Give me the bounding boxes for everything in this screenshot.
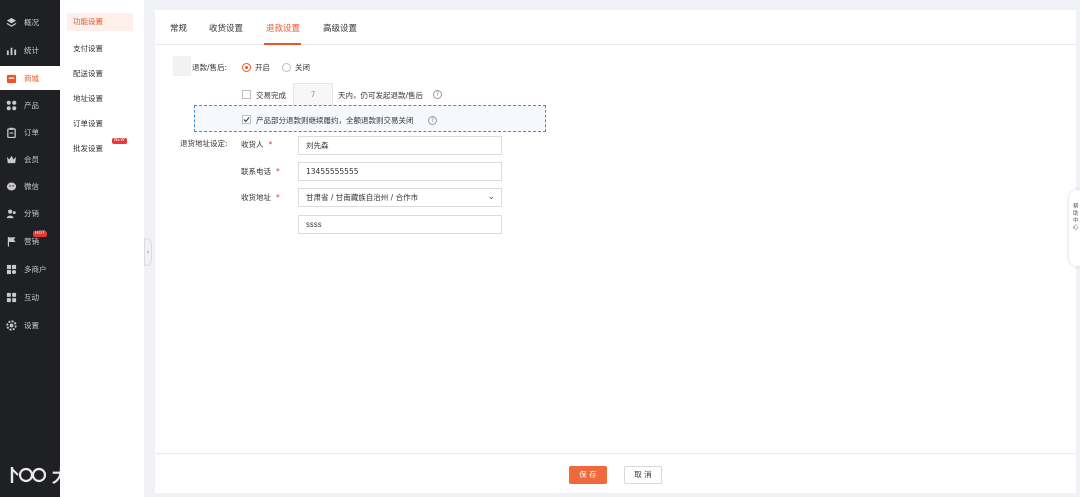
sidebar-item-label: 营销	[24, 236, 39, 246]
clipboard-icon	[5, 126, 17, 138]
trade-done-checkbox[interactable]	[242, 90, 251, 99]
sidebar-item-label: 微信	[24, 181, 39, 191]
hot-badge: HOT	[33, 231, 47, 237]
address-select-value: 甘肃省 / 甘南藏族自治州 / 合作市	[306, 193, 419, 202]
address-select[interactable]: 甘肃省 / 甘南藏族自治州 / 合作市 ⌄	[298, 188, 502, 207]
receiver-input[interactable]: 刘先森	[298, 136, 502, 155]
layers-icon	[5, 16, 17, 28]
address-label: 收货地址 *	[241, 192, 280, 203]
sidebar-item-wechat[interactable]: 微信	[0, 174, 60, 198]
sidebar-item-label: 设置	[24, 320, 39, 330]
sidebar-item-stats[interactable]: 统计	[0, 38, 60, 62]
active-tab-indicator	[264, 43, 301, 45]
tab-advanced-settings[interactable]: 高级设置	[323, 22, 357, 34]
crown-icon	[5, 153, 17, 165]
footer-bar: 保 存 取 消	[155, 453, 1076, 493]
partial-refund-label: 产品部分退款则继续履约，全额退款则交易关闭	[256, 116, 414, 125]
submenu-item-payment-settings[interactable]: 支付设置	[73, 43, 103, 54]
settings-panel: 常规 收货设置 退款设置 高级设置 退款/售后: 开启 关闭 交易完成 7 天内…	[155, 10, 1076, 453]
new-badge: NEW	[112, 138, 127, 144]
flag-icon	[5, 235, 17, 247]
sidebar-item-label: 概况	[24, 17, 39, 27]
save-button[interactable]: 保 存	[569, 466, 607, 484]
sidebar-item-interaction[interactable]: 互动	[0, 285, 60, 309]
sidebar-item-label: 商城	[24, 73, 39, 83]
sidebar-item-products[interactable]: 产品	[0, 93, 60, 117]
sidebar-item-mall[interactable]: 商城	[0, 66, 60, 90]
store-icon	[5, 72, 17, 84]
refund-label: 退款/售后:	[192, 63, 228, 72]
partial-refund-checkbox[interactable]	[242, 115, 251, 124]
radio-refund-off[interactable]	[282, 63, 291, 72]
placeholder-block	[173, 56, 191, 76]
submenu-item-delivery-settings[interactable]: 配送设置	[73, 68, 103, 79]
phone-label: 联系电话 *	[241, 166, 280, 177]
receiver-label: 收货人 *	[241, 139, 272, 150]
sidebar-item-settings[interactable]: 设置	[0, 313, 60, 337]
required-mark: *	[276, 193, 280, 202]
shop-icon	[5, 263, 17, 275]
users-icon	[5, 207, 17, 219]
collapse-sidebar-button[interactable]: ‹	[144, 238, 152, 266]
return-address-label: 退货地址设定:	[180, 139, 228, 148]
apps-icon	[5, 291, 17, 303]
sidebar-item-label: 统计	[24, 45, 39, 55]
submenu-item-label: 批发设置	[73, 144, 103, 153]
address-detail-input[interactable]: ssss	[298, 215, 502, 234]
radio-on-label: 开启	[255, 63, 270, 72]
required-mark: *	[268, 140, 273, 149]
watermark-logo-icon	[10, 467, 47, 483]
required-mark: *	[276, 167, 280, 176]
days-input[interactable]: 7	[293, 83, 333, 106]
radio-off-label: 关闭	[295, 63, 310, 72]
checkmark-icon	[243, 117, 250, 123]
tab-refund-settings[interactable]: 退款设置	[266, 22, 300, 34]
phone-input[interactable]: 13455555555	[298, 162, 502, 181]
sidebar-item-multi-merchant[interactable]: 多商户	[0, 257, 60, 281]
sidebar-item-orders[interactable]: 订单	[0, 120, 60, 144]
gear-icon	[5, 319, 17, 331]
cancel-button[interactable]: 取 消	[624, 466, 662, 484]
sidebar-item-label: 订单	[24, 127, 39, 137]
sidebar-item-marketing[interactable]: 营销 HOT	[0, 229, 60, 253]
submenu-item-order-settings[interactable]: 订单设置	[73, 118, 103, 129]
grid-icon	[5, 99, 17, 111]
settings-tabs: 常规 收货设置 退款设置 高级设置	[155, 10, 1076, 45]
radio-refund-on[interactable]	[242, 63, 251, 72]
chevron-down-icon: ⌄	[487, 192, 495, 202]
submenu-item-address-settings[interactable]: 地址设置	[73, 93, 103, 104]
sidebar-item-label: 分销	[24, 208, 39, 218]
sidebar-item-overview[interactable]: 概况	[0, 10, 60, 34]
watermark-text: 大数跨境	[52, 466, 128, 487]
submenu-item-function-settings[interactable]: 功能设置	[67, 13, 133, 31]
help-icon[interactable]: ?	[428, 116, 437, 125]
days-suffix-label: 天内，仍可发起退款/售后	[338, 91, 424, 100]
tab-general[interactable]: 常规	[170, 22, 187, 34]
sidebar-item-label: 会员	[24, 154, 39, 164]
help-center-tab[interactable]: 帮助中心	[1069, 190, 1080, 266]
trade-done-label: 交易完成	[256, 91, 286, 100]
watermark: 大数跨境	[8, 462, 128, 488]
phone-label-text: 联系电话	[241, 167, 271, 176]
main-sidebar: 概况 统计 商城 产品 订单 会员 微信 分销 营销 HOT 多商户 互动 设置	[0, 0, 60, 497]
bar-chart-icon	[5, 44, 17, 56]
address-label-text: 收货地址	[241, 193, 271, 202]
chevron-left-icon: ‹	[146, 248, 150, 256]
receiver-label-text: 收货人	[241, 140, 264, 149]
wechat-icon	[5, 180, 17, 192]
submenu-item-wholesale-settings[interactable]: 批发设置 NEW	[73, 138, 127, 154]
sidebar-item-label: 产品	[24, 100, 39, 110]
sidebar-item-label: 多商户	[24, 264, 47, 274]
tab-receiving-settings[interactable]: 收货设置	[209, 22, 243, 34]
sidebar-item-members[interactable]: 会员	[0, 147, 60, 171]
sub-menu: 功能设置 支付设置 配送设置 地址设置 订单设置 批发设置 NEW	[60, 0, 144, 497]
sidebar-item-label: 互动	[24, 292, 39, 302]
help-icon[interactable]: ?	[433, 90, 442, 99]
sidebar-item-distribution[interactable]: 分销	[0, 201, 60, 225]
